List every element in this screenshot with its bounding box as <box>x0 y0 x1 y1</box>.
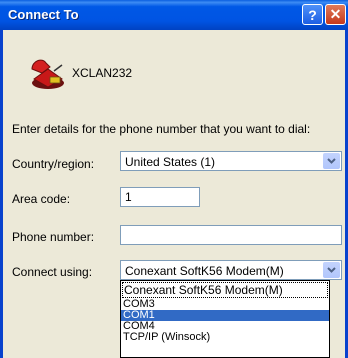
close-icon: ✕ <box>329 6 342 22</box>
connect-using-label: Connect using: <box>12 265 93 279</box>
dropdown-option[interactable]: Conexant SoftK56 Modem(M) <box>122 282 328 298</box>
phone-number-field[interactable] <box>120 225 342 245</box>
help-icon: ? <box>308 6 317 23</box>
chevron-down-icon[interactable] <box>323 262 340 278</box>
area-code-label: Area code: <box>12 192 71 206</box>
help-button[interactable]: ? <box>302 4 323 25</box>
connect-using-value: Conexant SoftK56 Modem(M) <box>125 264 284 278</box>
chevron-down-icon[interactable] <box>323 153 340 169</box>
area-code-field[interactable]: 1 <box>120 187 200 207</box>
connect-using-dropdown-list[interactable]: Conexant SoftK56 Modem(M) COM3 COM1 COM4… <box>120 280 330 358</box>
phone-icon <box>31 59 64 89</box>
connection-name: XCLAN232 <box>72 66 133 80</box>
country-select[interactable]: United States (1) <box>120 151 342 171</box>
phone-number-label: Phone number: <box>12 230 95 244</box>
window-border-left <box>0 30 3 358</box>
title-bar[interactable]: Connect To ? ✕ <box>0 0 348 30</box>
instruction-text: Enter details for the phone number that … <box>12 122 311 136</box>
connect-using-select[interactable]: Conexant SoftK56 Modem(M) <box>120 260 342 280</box>
country-value: United States (1) <box>125 155 216 169</box>
window-title: Connect To <box>8 7 79 22</box>
country-label: Country/region: <box>12 157 95 171</box>
close-button[interactable]: ✕ <box>325 4 346 25</box>
dropdown-option[interactable]: TCP/IP (Winsock) <box>121 332 329 343</box>
